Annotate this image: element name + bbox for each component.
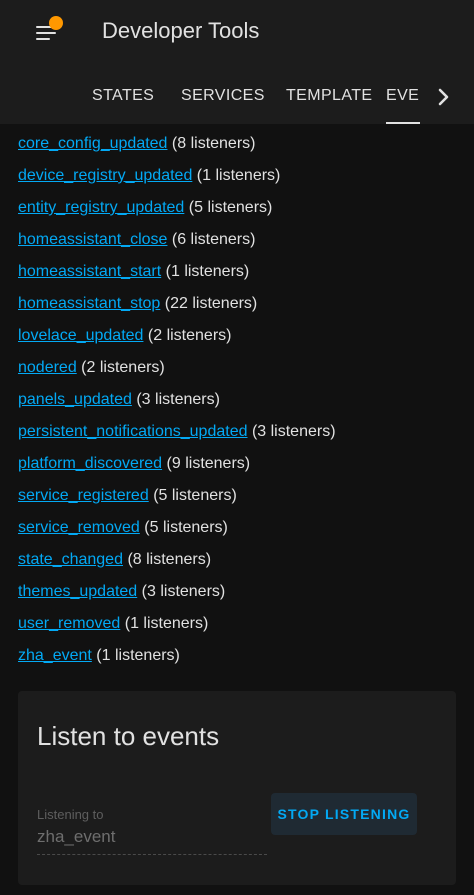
listener-count: (1 listeners): [196, 167, 281, 184]
event-list-item: lovelace_updated (2 listeners): [18, 320, 458, 352]
event-list-item: platform_discovered (9 listeners): [18, 448, 458, 480]
tab-bar: STATES SERVICES TEMPLATE EVENTS: [0, 70, 474, 124]
app: Developer Tools STATES SERVICES TEMPLATE…: [0, 0, 474, 895]
listener-count: (5 listeners): [144, 519, 228, 536]
event-link[interactable]: user_removed: [18, 615, 120, 632]
listener-count: (1 listeners): [124, 615, 209, 632]
event-link[interactable]: homeassistant_start: [18, 263, 161, 280]
notification-badge: [49, 16, 63, 30]
tab-events[interactable]: EVENTS: [386, 70, 420, 124]
event-list-item: entity_registry_updated (5 listeners): [18, 192, 458, 224]
event-link[interactable]: device_registry_updated: [18, 167, 192, 184]
event-list-item: themes_updated (3 listeners): [18, 576, 458, 608]
event-list-item: homeassistant_stop (22 listeners): [18, 288, 458, 320]
event-link[interactable]: core_config_updated: [18, 135, 167, 152]
listener-count: (1 listeners): [165, 263, 250, 280]
event-link[interactable]: state_changed: [18, 551, 123, 568]
listener-count: (3 listeners): [251, 423, 336, 440]
event-list-item: homeassistant_start (1 listeners): [18, 256, 458, 288]
event-link[interactable]: themes_updated: [18, 583, 137, 600]
listener-count: (3 listeners): [136, 391, 220, 408]
event-link[interactable]: homeassistant_stop: [18, 295, 160, 312]
event-list-item: device_registry_updated (1 listeners): [18, 160, 458, 192]
event-link[interactable]: nodered: [18, 359, 77, 376]
event-link[interactable]: homeassistant_close: [18, 231, 167, 248]
tab-scroll-right-button[interactable]: [426, 70, 462, 124]
tab-template[interactable]: TEMPLATE: [286, 70, 372, 124]
listener-count: (22 listeners): [164, 295, 258, 312]
event-link[interactable]: service_removed: [18, 519, 140, 536]
event-list-item: service_removed (5 listeners): [18, 512, 458, 544]
event-type-field: Listening to: [37, 801, 267, 855]
listener-count: (8 listeners): [171, 135, 256, 152]
event-type-input[interactable]: [37, 825, 267, 849]
tab-services[interactable]: SERVICES: [181, 70, 265, 124]
event-list-item: state_changed (8 listeners): [18, 544, 458, 576]
listener-count: (5 listeners): [153, 487, 237, 504]
listener-count: (3 listeners): [141, 583, 226, 600]
page-title: Developer Tools: [102, 18, 260, 43]
listener-count: (2 listeners): [81, 359, 165, 376]
menu-button[interactable]: [30, 14, 66, 50]
field-label: Listening to: [37, 807, 104, 822]
tab-strip: STATES SERVICES TEMPLATE EVENTS: [0, 70, 420, 124]
event-list-item: homeassistant_close (6 listeners): [18, 224, 458, 256]
app-header: Developer Tools STATES SERVICES TEMPLATE…: [0, 0, 474, 124]
event-link[interactable]: panels_updated: [18, 391, 132, 408]
listener-count: (5 listeners): [188, 199, 273, 216]
event-link[interactable]: persistent_notifications_updated: [18, 423, 248, 440]
listen-to-events-card: Listen to events Listening to STOP LISTE…: [18, 691, 456, 885]
event-link[interactable]: lovelace_updated: [18, 327, 143, 344]
event-list: core_config_updated (8 listeners) device_…: [18, 128, 458, 672]
event-list-item: service_registered (5 listeners): [18, 480, 458, 512]
tab-states[interactable]: STATES: [92, 70, 154, 124]
event-link[interactable]: platform_discovered: [18, 455, 162, 472]
event-link[interactable]: entity_registry_updated: [18, 199, 184, 216]
event-list-item: panels_updated (3 listeners): [18, 384, 458, 416]
listener-count: (6 listeners): [171, 231, 256, 248]
event-list-item: nodered (2 listeners): [18, 352, 458, 384]
event-list-item: zha_event (1 listeners): [18, 640, 458, 672]
event-list-item: user_removed (1 listeners): [18, 608, 458, 640]
event-list-item: persistent_notifications_updated (3 list…: [18, 416, 458, 448]
listener-count: (9 listeners): [166, 455, 251, 472]
event-link[interactable]: service_registered: [18, 487, 149, 504]
chevron-right-icon: [438, 88, 449, 106]
listener-count: (8 listeners): [127, 551, 212, 568]
card-title: Listen to events: [37, 721, 220, 751]
stop-listening-button[interactable]: STOP LISTENING: [271, 793, 417, 835]
event-list-item: core_config_updated (8 listeners): [18, 128, 458, 160]
event-link[interactable]: zha_event: [18, 647, 92, 664]
listener-count: (2 listeners): [147, 327, 232, 344]
listener-count: (1 listeners): [96, 647, 180, 664]
